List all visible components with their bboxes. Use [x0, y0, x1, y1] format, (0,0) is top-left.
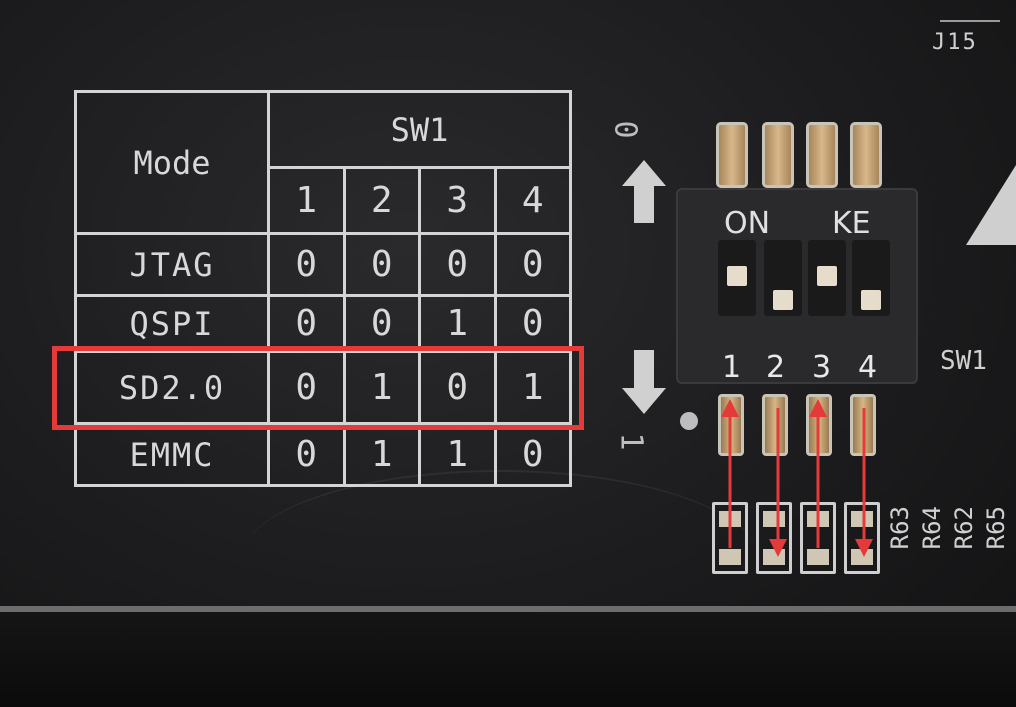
- annotation-arrows: [721, 399, 873, 557]
